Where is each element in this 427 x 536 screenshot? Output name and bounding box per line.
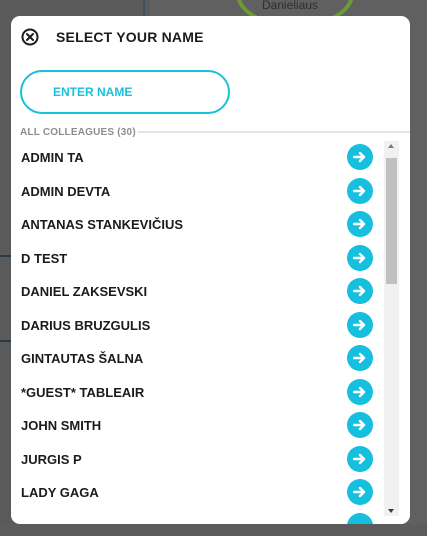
arrow-right-icon[interactable]	[347, 378, 373, 405]
list-item[interactable]: DANIEL ZAKSEVSKI	[11, 275, 381, 308]
scroll-down-icon[interactable]	[388, 509, 394, 513]
colleague-name: D TEST	[21, 250, 68, 266]
list-scrollbar[interactable]	[384, 141, 399, 516]
list-item[interactable]: ANTANAS STANKEVIČIUS	[11, 208, 381, 241]
colleague-name: ADMIN TA	[21, 150, 84, 165]
colleague-name: GINTAUTAS ŠALNA	[21, 351, 144, 366]
list-item[interactable]: JURGIS P	[11, 443, 381, 476]
arrow-right-icon[interactable]	[347, 211, 373, 237]
modal-header: SELECT YOUR NAME	[11, 16, 410, 62]
colleague-name: *GUEST* TABLEAIR	[21, 384, 145, 400]
section-divider	[138, 131, 410, 133]
select-name-modal: SELECT YOUR NAME ALL COLLEAGUES (30) ADM…	[11, 16, 410, 524]
colleague-name: DARIUS BRUZGULIS	[21, 317, 151, 333]
scroll-up-icon[interactable]	[388, 144, 394, 148]
arrow-right-icon[interactable]	[347, 412, 373, 438]
name-input-wrapper	[20, 70, 230, 114]
list-item[interactable]: GINTAUTAS ŠALNA	[11, 342, 381, 375]
arrow-right-icon[interactable]	[347, 244, 373, 271]
list-item[interactable]: LADY GAGA	[11, 476, 381, 509]
close-icon[interactable]	[21, 28, 39, 46]
name-input[interactable]	[22, 72, 228, 112]
colleague-name: DANIEL ZAKSEVSKI	[21, 284, 148, 299]
list-item[interactable]: ADMIN TA	[11, 141, 381, 174]
scrollbar-thumb[interactable]	[386, 158, 397, 284]
colleague-name: ANTANAS STANKEVIČIUS	[21, 217, 184, 232]
modal-title: SELECT YOUR NAME	[56, 29, 204, 45]
colleagues-count-label: ALL COLLEAGUES (30)	[20, 127, 136, 138]
colleague-name: JOHN SMITH	[21, 418, 102, 433]
arrow-right-icon[interactable]	[347, 445, 373, 472]
arrow-right-icon[interactable]	[347, 345, 373, 371]
background-footer	[0, 524, 427, 536]
arrow-right-icon[interactable]	[347, 177, 373, 204]
list-item[interactable]: D TEST	[11, 242, 381, 275]
arrow-right-icon[interactable]	[347, 278, 373, 304]
list-item-partial[interactable]	[11, 510, 381, 524]
arrow-right-icon[interactable]	[347, 144, 373, 170]
background-name-text: Danieliaus	[262, 0, 319, 12]
list-item[interactable]: JOHN SMITH	[11, 409, 381, 442]
colleague-name: ADMIN DEVTA	[21, 183, 111, 199]
colleague-name: LADY GAGA	[21, 485, 99, 500]
colleague-list: ADMIN TA ADMIN DEVTA ANTANAS STANKEVIČIU…	[11, 141, 381, 524]
list-item[interactable]: ADMIN DEVTA	[11, 175, 381, 208]
arrow-right-icon[interactable]	[347, 311, 373, 338]
list-item[interactable]: DARIUS BRUZGULIS	[11, 309, 381, 342]
arrow-right-icon[interactable]	[347, 512, 373, 524]
colleague-name: JURGIS P	[21, 451, 82, 467]
arrow-right-icon[interactable]	[347, 479, 373, 505]
list-item[interactable]: *GUEST* TABLEAIR	[11, 376, 381, 409]
